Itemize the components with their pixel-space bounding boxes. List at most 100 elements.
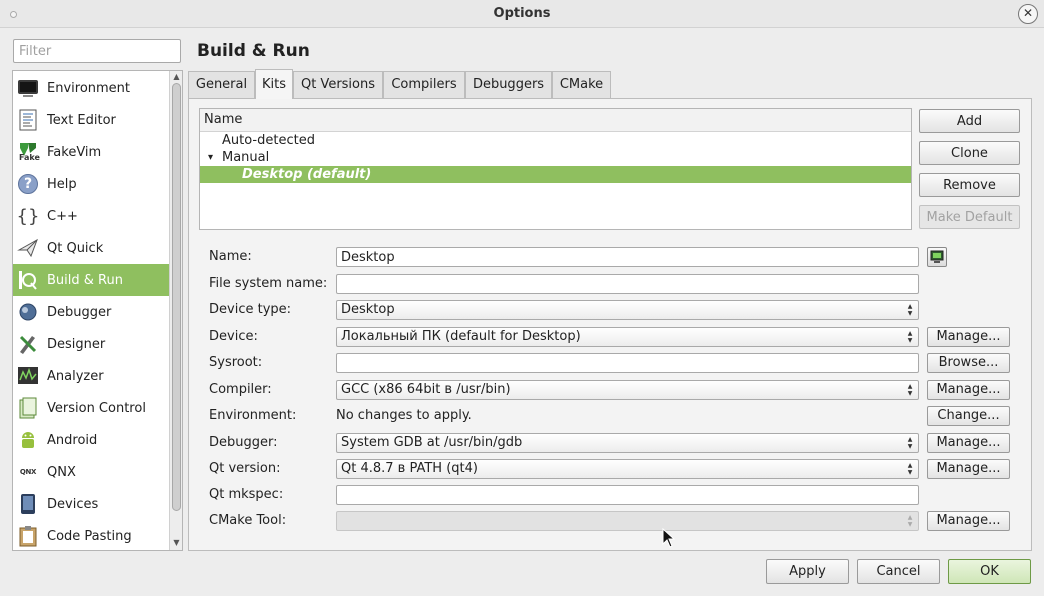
tab-general[interactable]: General xyxy=(188,71,255,98)
sidebar-item-fakevim[interactable]: Fake FakeVim xyxy=(13,136,169,168)
sidebar-item-label: Help xyxy=(47,176,77,192)
environment-label: Environment: xyxy=(209,408,297,423)
qt-version-value: Qt 4.8.7 в PATH (qt4) xyxy=(341,461,478,476)
compiler-value: GCC (x86 64bit в /usr/bin) xyxy=(341,382,511,397)
debugger-label: Debugger: xyxy=(209,435,278,450)
qt-mkspec-field[interactable] xyxy=(336,485,919,505)
tree-row-label: Desktop (default) xyxy=(242,167,372,182)
filter-input[interactable] xyxy=(13,39,181,63)
cmake-tool-manage-button[interactable]: Manage... xyxy=(927,511,1010,531)
close-icon[interactable]: ✕ xyxy=(1018,4,1038,24)
sidebar-item-cpp[interactable]: {} C++ xyxy=(13,200,169,232)
tree-header-name[interactable]: Name xyxy=(200,109,911,132)
sidebar-item-devices[interactable]: Devices xyxy=(13,488,169,520)
page-title: Build & Run xyxy=(197,41,310,61)
debugger-select[interactable]: System GDB at /usr/bin/gdb ▲ ▼ xyxy=(336,433,919,453)
sidebar-item-text-editor[interactable]: Text Editor xyxy=(13,104,169,136)
sidebar-item-label: FakeVim xyxy=(47,144,102,160)
make-default-button[interactable]: Make Default xyxy=(919,205,1020,229)
add-button[interactable]: Add xyxy=(919,109,1020,133)
device-type-value: Desktop xyxy=(341,302,395,317)
tab-cmake[interactable]: CMake xyxy=(552,71,611,98)
sidebar-item-label: Code Pasting xyxy=(47,528,132,544)
expand-arrow-icon[interactable]: ▾ xyxy=(208,149,213,166)
combo-arrows-icon: ▲ ▼ xyxy=(907,383,913,397)
sidebar-item-label: Version Control xyxy=(47,400,146,416)
sidebar-item-qt-quick[interactable]: Qt Quick xyxy=(13,232,169,264)
sidebar-item-label: Qt Quick xyxy=(47,240,104,256)
ok-button[interactable]: OK xyxy=(948,559,1031,584)
tab-qt-versions[interactable]: Qt Versions xyxy=(293,71,383,98)
sidebar-scrollbar[interactable]: ▲ ▼ xyxy=(169,71,182,550)
tree-row-label: Auto-detected xyxy=(222,133,315,148)
scrollbar-thumb[interactable] xyxy=(172,83,181,511)
bug-icon xyxy=(17,301,39,323)
tab-kits[interactable]: Kits xyxy=(255,69,293,99)
qnx-logo-icon: QNX xyxy=(19,468,37,476)
qt-version-select[interactable]: Qt 4.8.7 в PATH (qt4) ▲ ▼ xyxy=(336,459,919,479)
sidebar-item-analyzer[interactable]: Analyzer xyxy=(13,360,169,392)
clone-button[interactable]: Clone xyxy=(919,141,1020,165)
tree-row-auto-detected[interactable]: Auto-detected xyxy=(200,132,911,149)
compiler-select[interactable]: GCC (x86 64bit в /usr/bin) ▲ ▼ xyxy=(336,380,919,400)
text-document-icon xyxy=(17,109,39,131)
sysroot-field[interactable] xyxy=(336,353,919,373)
tab-compilers[interactable]: Compilers xyxy=(383,71,465,98)
sidebar-item-label: Analyzer xyxy=(47,368,104,384)
sidebar-item-label: C++ xyxy=(47,208,78,224)
designer-tools-icon xyxy=(17,333,39,355)
sidebar-item-label: QNX xyxy=(47,464,76,480)
kits-tree[interactable]: Name Auto-detected ▾ Manual Desktop (def… xyxy=(199,108,912,230)
sidebar-item-version-control[interactable]: Version Control xyxy=(13,392,169,424)
tree-row-label: Manual xyxy=(222,150,270,165)
device-select[interactable]: Локальный ПК (default for Desktop) ▲ ▼ xyxy=(336,327,919,347)
qt-version-manage-button[interactable]: Manage... xyxy=(927,459,1010,479)
sysroot-label: Sysroot: xyxy=(209,355,263,370)
qt-version-label: Qt version: xyxy=(209,461,281,476)
clipboard-icon xyxy=(17,525,39,547)
sysroot-browse-button[interactable]: Browse... xyxy=(927,353,1010,373)
sidebar-item-label: Build & Run xyxy=(47,272,123,288)
apply-button[interactable]: Apply xyxy=(766,559,849,584)
compiler-manage-button[interactable]: Manage... xyxy=(927,380,1010,400)
scroll-down-arrow-icon[interactable]: ▼ xyxy=(170,538,182,549)
debugger-manage-button[interactable]: Manage... xyxy=(927,433,1010,453)
help-icon: ? xyxy=(18,174,38,194)
build-run-icon xyxy=(17,269,39,291)
sidebar-item-label: Designer xyxy=(47,336,106,352)
cmake-tool-select[interactable]: ▲ ▼ xyxy=(336,511,919,531)
sidebar-item-environment[interactable]: Environment xyxy=(13,72,169,104)
sidebar-item-help[interactable]: ? Help xyxy=(13,168,169,200)
sidebar-item-qnx[interactable]: QNX QNX xyxy=(13,456,169,488)
tree-row-manual[interactable]: ▾ Manual xyxy=(200,149,911,166)
tree-row-desktop-default[interactable]: Desktop (default) xyxy=(200,166,911,183)
compiler-label: Compiler: xyxy=(209,382,272,397)
sidebar-item-designer[interactable]: Designer xyxy=(13,328,169,360)
combo-arrows-icon: ▲ ▼ xyxy=(907,330,913,344)
sidebar-item-build-run[interactable]: Build & Run xyxy=(13,264,169,296)
window-title: Options xyxy=(493,6,551,21)
combo-arrows-icon: ▲ ▼ xyxy=(907,436,913,450)
file-system-name-label: File system name: xyxy=(209,276,328,291)
tab-debuggers[interactable]: Debuggers xyxy=(465,71,552,98)
sidebar-item-debugger[interactable]: Debugger xyxy=(13,296,169,328)
file-system-name-field[interactable] xyxy=(336,274,919,294)
sidebar-item-code-pasting[interactable]: Code Pasting xyxy=(13,520,169,550)
fakevim-icon: Fake xyxy=(17,141,40,163)
name-field[interactable] xyxy=(336,247,919,267)
cancel-button[interactable]: Cancel xyxy=(857,559,940,584)
environment-value: No changes to apply. xyxy=(336,408,472,423)
environment-change-button[interactable]: Change... xyxy=(927,406,1010,426)
combo-arrows-icon: ▲ ▼ xyxy=(907,514,913,528)
scroll-up-arrow-icon[interactable]: ▲ xyxy=(170,72,182,83)
monitor-icon xyxy=(930,250,944,263)
sidebar-item-android[interactable]: Android xyxy=(13,424,169,456)
device-manage-button[interactable]: Manage... xyxy=(927,327,1010,347)
android-icon xyxy=(17,429,39,451)
remove-button[interactable]: Remove xyxy=(919,173,1020,197)
debugger-value: System GDB at /usr/bin/gdb xyxy=(341,435,523,450)
device-label: Device: xyxy=(209,329,258,344)
kit-icon-button[interactable] xyxy=(927,247,947,267)
device-type-select[interactable]: Desktop ▲ ▼ xyxy=(336,300,919,320)
oscilloscope-icon xyxy=(17,365,39,387)
